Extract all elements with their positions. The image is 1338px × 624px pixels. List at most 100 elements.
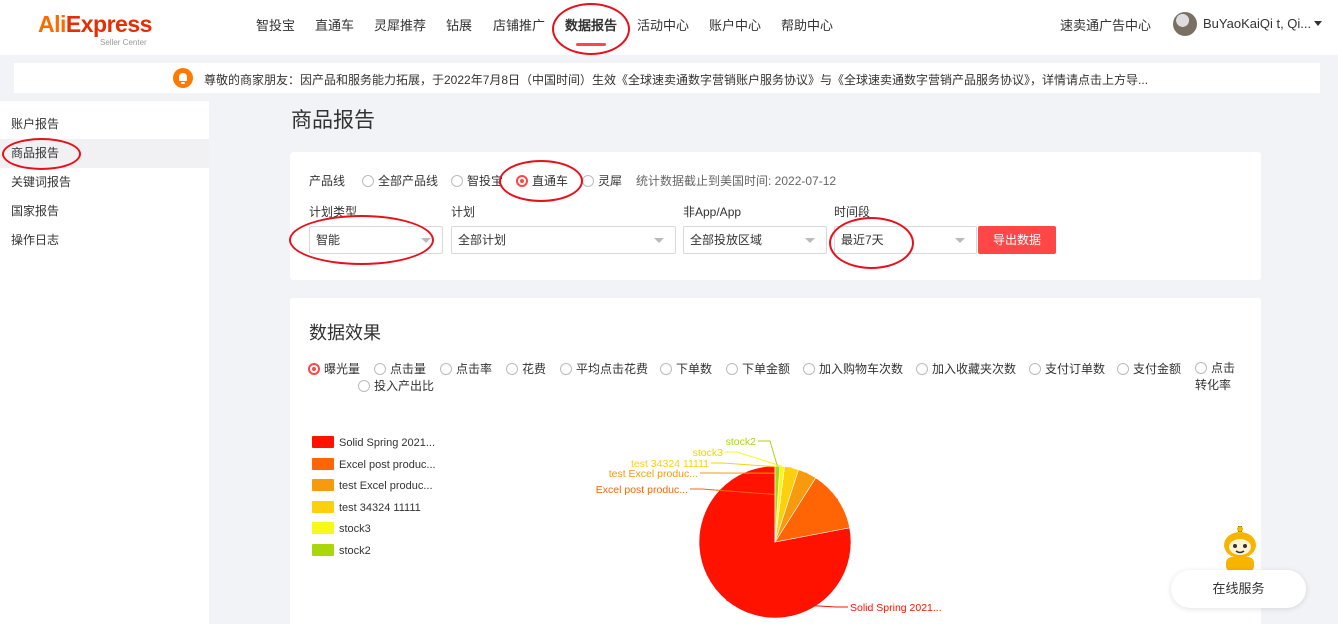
legend-swatch — [312, 544, 334, 556]
metric-order-amount[interactable]: 下单金额 — [726, 360, 790, 377]
metric-label: 加入购物车次数 — [819, 362, 903, 376]
metric-label: 花费 — [522, 362, 546, 376]
pie-label: stock3 — [693, 447, 724, 459]
avatar[interactable] — [1173, 12, 1197, 36]
legend-label: stock2 — [339, 545, 371, 557]
legend-label: Excel post produc... — [339, 459, 436, 471]
radio-circle — [660, 363, 672, 375]
sidebar-item-operation-log[interactable]: 操作日志 — [0, 226, 209, 255]
data-effect-title: 数据效果 — [309, 319, 381, 345]
metric-add-to-cart[interactable]: 加入购物车次数 — [803, 360, 903, 377]
nav-item-help[interactable]: 帮助中心 — [781, 15, 833, 34]
product-line-label: 产品线 — [309, 172, 345, 189]
period-select[interactable]: 最近7天 — [834, 226, 977, 254]
legend-item[interactable]: test 34324 11111 — [312, 501, 421, 514]
metric-label: 曝光量 — [324, 362, 360, 376]
chevron-down-icon — [421, 238, 431, 243]
radio-circle — [560, 363, 572, 375]
sidebar-item-keyword-report[interactable]: 关键词报告 — [0, 168, 209, 197]
metric-impressions[interactable]: 曝光量 — [308, 360, 360, 377]
nav-item-activity[interactable]: 活动中心 — [637, 15, 689, 34]
stats-note: 统计数据截止到美国时间: 2022-07-12 — [636, 172, 836, 189]
metric-label: 加入收藏夹次数 — [932, 362, 1016, 376]
metric-add-to-favorites[interactable]: 加入收藏夹次数 — [916, 360, 1016, 377]
notice-bar: 尊敬的商家朋友：因产品和服务能力拓展，于2022年7月8日（中国时间）生效《全球… — [14, 63, 1320, 93]
metric-label: 支付订单数 — [1045, 362, 1105, 376]
radio-circle — [506, 363, 518, 375]
aliexpress-logo[interactable]: AliExpress Seller Center — [38, 11, 152, 38]
metric-label: 平均点击花费 — [576, 362, 648, 376]
legend-item[interactable]: Solid Spring 2021... — [312, 436, 435, 449]
select-value: 最近7天 — [841, 233, 884, 247]
nav-item-account[interactable]: 账户中心 — [709, 15, 761, 34]
user-name[interactable]: BuYaoKaiQi t, Qi... — [1203, 16, 1311, 31]
export-data-button[interactable]: 导出数据 — [978, 226, 1056, 254]
legend-label: Solid Spring 2021... — [339, 437, 435, 449]
radio-circle — [1117, 363, 1129, 375]
select-value: 全部计划 — [458, 233, 506, 247]
nav-item-lingxi[interactable]: 灵犀推荐 — [374, 15, 426, 34]
pie-label: Excel post produc... — [596, 484, 688, 496]
chevron-down-icon[interactable] — [1314, 21, 1322, 26]
legend-swatch — [312, 522, 334, 534]
legend-label: test Excel produc... — [339, 480, 433, 492]
metric-paid-orders[interactable]: 支付订单数 — [1029, 360, 1105, 377]
pie-label: test 34324 11111 — [631, 458, 709, 470]
legend-swatch — [312, 501, 334, 513]
pie-label: Solid Spring 2021... — [850, 602, 942, 614]
nav-item-data-report[interactable]: 数据报告 — [565, 15, 617, 34]
metric-avg-cpc[interactable]: 平均点击花费 — [560, 360, 648, 377]
bell-icon — [173, 68, 193, 88]
page-title: 商品报告 — [291, 104, 375, 134]
plan-label: 计划 — [451, 203, 475, 220]
metric-label: 点击率 — [456, 362, 492, 376]
radio-all-product-lines[interactable]: 全部产品线 — [362, 172, 438, 189]
legend-swatch — [312, 479, 334, 491]
sidebar-item-product-report[interactable]: 商品报告 — [0, 139, 209, 168]
radio-circle-selected — [516, 175, 528, 187]
nav-item-zhitoubao[interactable]: 智投宝 — [256, 15, 295, 34]
metric-orders[interactable]: 下单数 — [660, 360, 712, 377]
legend-label: stock3 — [339, 523, 371, 535]
radio-circle — [803, 363, 815, 375]
online-service-button[interactable]: 在线服务 — [1171, 570, 1306, 608]
notice-text[interactable]: 尊敬的商家朋友：因产品和服务能力拓展，于2022年7月8日（中国时间）生效《全球… — [204, 71, 1148, 88]
radio-circle — [374, 363, 386, 375]
metric-label: 投入产出比 — [374, 379, 434, 393]
plan-select[interactable]: 全部计划 — [451, 226, 676, 254]
nav-item-zuanzhan[interactable]: 钻展 — [446, 15, 472, 34]
pie-chart: Solid Spring 2021... Excel post produc...… — [560, 430, 980, 624]
legend-item[interactable]: stock2 — [312, 544, 371, 557]
metric-clicks[interactable]: 点击量 — [374, 360, 426, 377]
legend-item[interactable]: Excel post produc... — [312, 458, 436, 471]
legend-swatch — [312, 458, 334, 470]
legend-item[interactable]: stock3 — [312, 522, 371, 535]
metric-ctr[interactable]: 点击率 — [440, 360, 492, 377]
period-label: 时间段 — [834, 203, 870, 220]
metric-roi[interactable]: 投入产出比 — [358, 377, 434, 394]
plan-type-select[interactable]: 智能 — [309, 226, 443, 254]
select-value: 智能 — [316, 233, 340, 247]
metric-click-conversion[interactable]: 点击转化率 — [1195, 360, 1240, 394]
app-select[interactable]: 全部投放区域 — [683, 226, 827, 254]
metric-cost[interactable]: 花费 — [506, 360, 546, 377]
ad-center-link[interactable]: 速卖通广告中心 — [1060, 15, 1151, 34]
radio-zhitongche[interactable]: 直通车 — [516, 172, 568, 189]
sidebar: 账户报告 商品报告 关键词报告 国家报告 操作日志 — [0, 101, 209, 624]
radio-zhitoubao[interactable]: 智投宝 — [451, 172, 503, 189]
radio-circle — [582, 175, 594, 187]
logo-text: AliExpress — [38, 11, 152, 38]
nav-item-store-promo[interactable]: 店铺推广 — [493, 15, 545, 34]
legend-item[interactable]: test Excel produc... — [312, 479, 433, 492]
legend-swatch — [312, 436, 334, 448]
radio-circle — [1029, 363, 1041, 375]
sidebar-item-account-report[interactable]: 账户报告 — [0, 110, 209, 139]
robot-assistant-icon[interactable] — [1222, 526, 1258, 572]
sidebar-item-country-report[interactable]: 国家报告 — [0, 197, 209, 226]
radio-label: 直通车 — [532, 174, 568, 188]
metric-paid-amount[interactable]: 支付金额 — [1117, 360, 1181, 377]
nav-active-indicator — [576, 43, 606, 46]
radio-circle — [362, 175, 374, 187]
nav-item-zhitongche[interactable]: 直通车 — [315, 15, 354, 34]
radio-lingxi[interactable]: 灵犀 — [582, 172, 622, 189]
